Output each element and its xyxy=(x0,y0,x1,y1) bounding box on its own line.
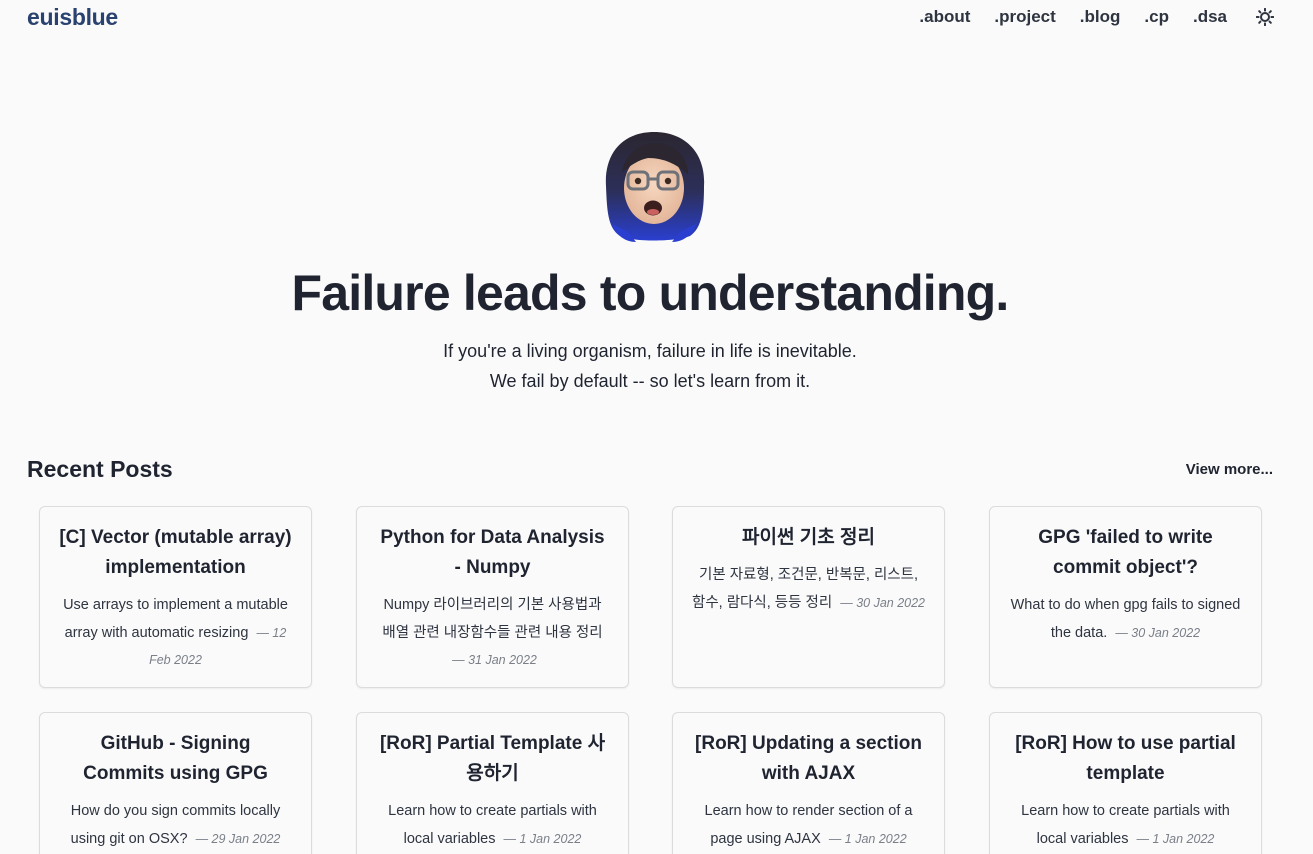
sun-icon[interactable] xyxy=(1255,7,1275,27)
post-card[interactable]: Python for Data Analysis - Numpy Numpy 라… xyxy=(356,506,629,688)
hero-subtitle-line-1: If you're a living organism, failure in … xyxy=(443,341,857,361)
page: euisblue .about .project .blog .cp .dsa xyxy=(0,0,1313,854)
post-title: GitHub - Signing Commits using GPG xyxy=(83,733,268,784)
nav-dsa[interactable]: .dsa xyxy=(1193,7,1227,27)
post-title: GPG 'failed to write commit object'? xyxy=(1038,527,1213,578)
post-excerpt: Learn how to create partials with local … xyxy=(1008,798,1243,853)
post-excerpt: How do you sign commits locally using gi… xyxy=(58,798,293,853)
post-excerpt: Use arrays to implement a mutable array … xyxy=(58,592,293,675)
post-title: [RoR] Updating a section with AJAX xyxy=(695,733,922,784)
post-card[interactable]: [C] Vector (mutable array) implementatio… xyxy=(39,506,312,688)
recent-posts-title: Recent Posts xyxy=(27,456,173,482)
post-excerpt: Learn how to render section of a page us… xyxy=(691,798,926,853)
post-date: — 29 Jan 2022 xyxy=(195,831,281,846)
post-excerpt: What to do when gpg fails to signed the … xyxy=(1008,592,1243,647)
post-title: [RoR] How to use partial template xyxy=(1015,733,1236,784)
post-description: Numpy 라이브러리의 기본 사용법과 배열 관련 내장함수들 관련 내용 정… xyxy=(382,597,603,641)
nav-about[interactable]: .about xyxy=(919,7,970,27)
post-card[interactable]: [RoR] How to use partial template Learn … xyxy=(989,712,1262,854)
post-excerpt: Learn how to create partials with local … xyxy=(375,798,610,853)
site-header: euisblue .about .project .blog .cp .dsa xyxy=(0,0,1313,38)
post-date: — 31 Jan 2022 xyxy=(452,653,537,667)
post-title: [RoR] Partial Template 사용하기 xyxy=(379,733,606,784)
brand-logo[interactable]: euisblue xyxy=(27,4,118,31)
post-card[interactable]: GPG 'failed to write commit object'? Wha… xyxy=(989,506,1262,688)
post-date: — 1 Jan 2022 xyxy=(1136,831,1215,846)
hero-headline: Failure leads to understanding. xyxy=(291,265,1010,321)
post-date: — 1 Jan 2022 xyxy=(828,831,907,846)
post-card[interactable]: [RoR] Partial Template 사용하기 Learn how to… xyxy=(356,712,629,854)
post-excerpt: 기본 자료형, 조건문, 반복문, 리스트, 함수, 람다식, 등등 정리 — … xyxy=(691,562,926,617)
nav-project[interactable]: .project xyxy=(994,7,1055,27)
post-card[interactable]: GitHub - Signing Commits using GPG How d… xyxy=(39,712,312,854)
post-title: [C] Vector (mutable array) implementatio… xyxy=(59,527,292,578)
post-title: 파이썬 기초 정리 xyxy=(742,527,875,548)
hero-subtitle-line-2: We fail by default -- so let's learn fro… xyxy=(489,371,811,391)
post-date: — 1 Jan 2022 xyxy=(503,831,582,846)
memoji-avatar xyxy=(598,128,710,244)
post-description: Use arrays to implement a mutable array … xyxy=(63,597,288,641)
nav-blog[interactable]: .blog xyxy=(1080,7,1121,27)
post-card[interactable]: [RoR] Updating a section with AJAX Learn… xyxy=(672,712,945,854)
post-date: — 30 Jan 2022 xyxy=(1115,625,1201,640)
view-more-link[interactable]: View more... xyxy=(1186,461,1273,478)
post-excerpt: Numpy 라이브러리의 기본 사용법과 배열 관련 내장함수들 관련 내용 정… xyxy=(375,592,610,675)
post-date: — 30 Jan 2022 xyxy=(840,595,926,610)
nav-cp[interactable]: .cp xyxy=(1144,7,1169,27)
main-nav: .about .project .blog .cp .dsa xyxy=(895,7,1275,27)
post-card[interactable]: 파이썬 기초 정리 기본 자료형, 조건문, 반복문, 리스트, 함수, 람다식… xyxy=(672,506,945,688)
post-title: Python for Data Analysis - Numpy xyxy=(380,527,605,578)
